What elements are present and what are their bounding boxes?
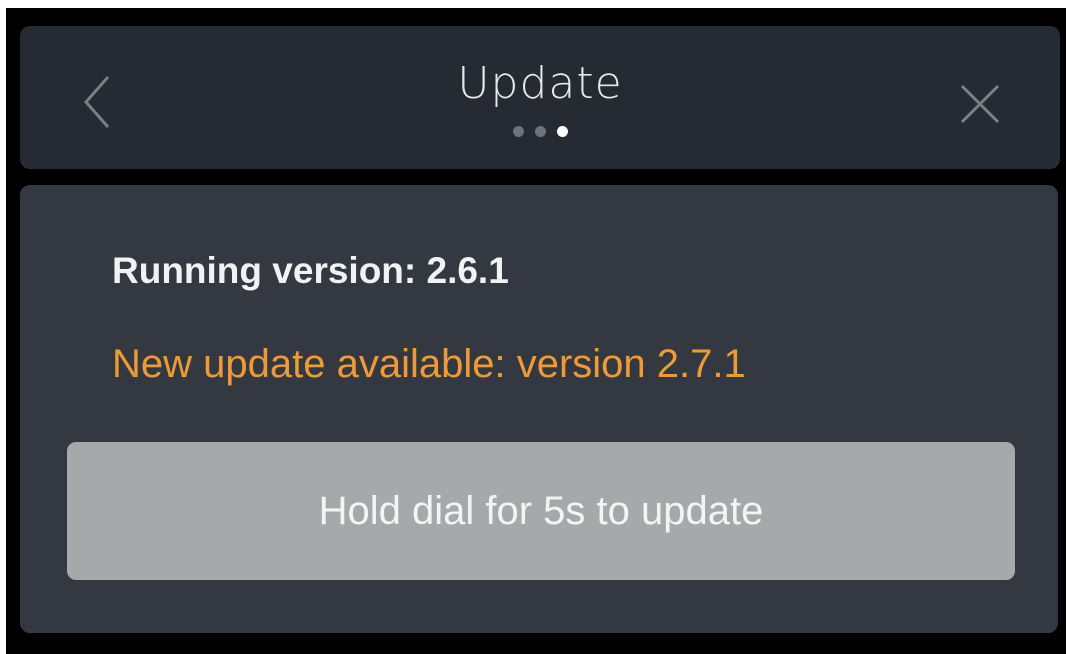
page-dot xyxy=(534,126,546,137)
page-title: Update xyxy=(457,58,623,109)
hold-to-update-button[interactable]: Hold dial for 5s to update xyxy=(67,442,1015,580)
page-dot xyxy=(512,126,524,137)
close-icon[interactable] xyxy=(958,82,1002,126)
header-bar: Update xyxy=(20,26,1060,169)
update-panel: Running version: 2.6.1 New update availa… xyxy=(20,185,1058,633)
page-indicator xyxy=(20,126,1060,137)
new-update-text: New update available: version 2.7.1 xyxy=(112,342,746,386)
page-dot-active xyxy=(556,126,568,137)
running-version-text: Running version: 2.6.1 xyxy=(112,250,509,291)
